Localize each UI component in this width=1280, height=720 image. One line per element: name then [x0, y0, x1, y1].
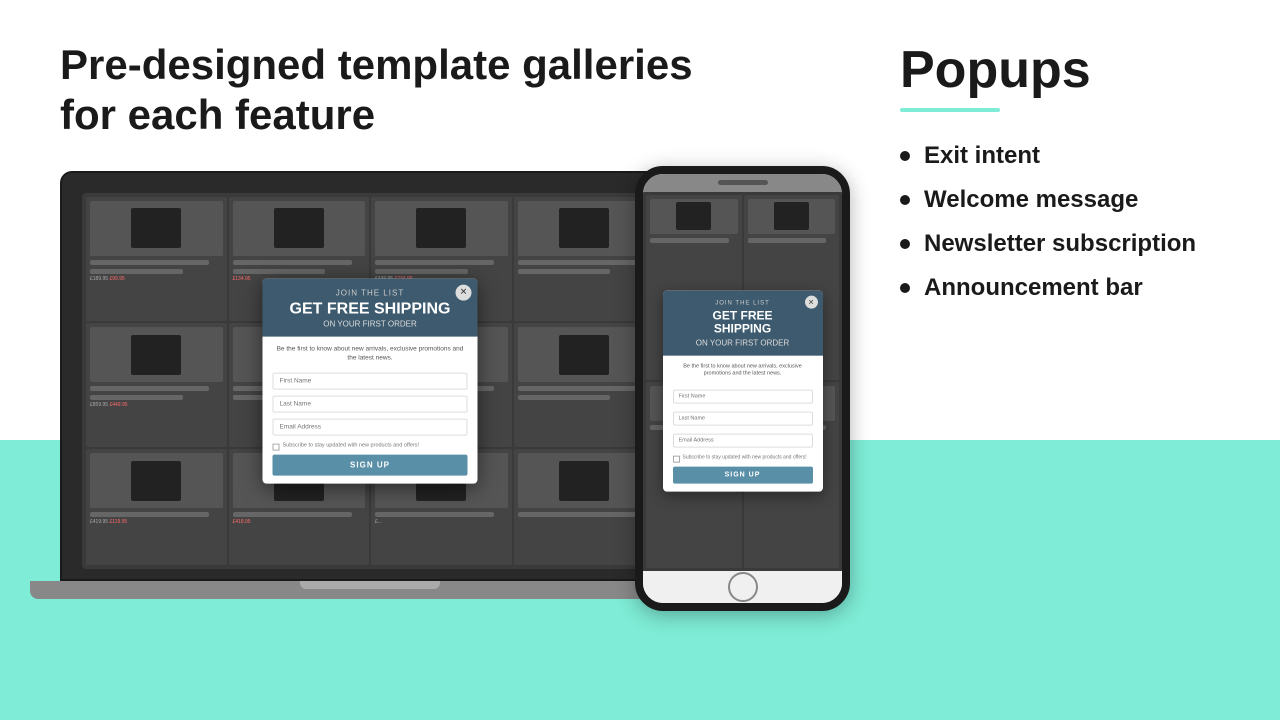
- close-icon[interactable]: ✕: [456, 284, 472, 300]
- feature-item-newsletter: Newsletter subscription: [900, 230, 1240, 258]
- product-image: [131, 335, 181, 375]
- popup-body: Be the first to know about new arrivals,…: [263, 337, 478, 483]
- email-input[interactable]: [673, 434, 813, 448]
- product-image: [559, 461, 609, 501]
- product-image: [274, 208, 324, 248]
- left-section: Pre-designed template galleries for each…: [0, 0, 870, 720]
- checkbox-row: Subscribe to stay updated with new produ…: [673, 455, 813, 463]
- laptop-screen-inner: £189.95 £99.95 £134.95: [82, 193, 658, 569]
- popup-main-title2: SHIPPING: [675, 323, 811, 336]
- feature-item-announcement: Announcement bar: [900, 274, 1240, 302]
- phone-screen: ✕ JOIN THE LIST GET FREE SHIPPING ON YOU…: [643, 192, 842, 571]
- product-item: £419.95 £119.95: [86, 449, 227, 564]
- subscribe-checkbox[interactable]: [673, 456, 680, 463]
- checkbox-label: Subscribe to stay updated with new produ…: [683, 455, 807, 461]
- product-item: £859.95 £449.95: [86, 323, 227, 447]
- feature-label: Announcement bar: [924, 274, 1143, 302]
- phone-speaker: [718, 180, 768, 185]
- main-title: Pre-designed template galleries for each…: [60, 40, 870, 141]
- last-name-input[interactable]: [273, 395, 468, 412]
- feature-label: Newsletter subscription: [924, 230, 1196, 258]
- bullet-icon: [900, 283, 910, 293]
- signup-button[interactable]: SIGN UP: [273, 454, 468, 475]
- product-image: [559, 335, 609, 375]
- laptop-popup: ✕ JOIN THE LIST GET FREE SHIPPING ON YOU…: [263, 278, 478, 483]
- phone-home-button[interactable]: [728, 572, 758, 602]
- phone-top-bar: [643, 174, 842, 192]
- devices-container: £189.95 £99.95 £134.95: [60, 171, 870, 611]
- phone-mockup: ✕ JOIN THE LIST GET FREE SHIPPING ON YOU…: [635, 166, 850, 611]
- product-item: [514, 197, 655, 321]
- laptop-screen-outer: £189.95 £99.95 £134.95: [60, 171, 680, 581]
- signup-button[interactable]: SIGN UP: [673, 467, 813, 484]
- first-name-input[interactable]: [673, 390, 813, 404]
- product-item: [514, 323, 655, 447]
- close-icon[interactable]: ✕: [805, 296, 818, 309]
- last-name-input[interactable]: [673, 412, 813, 426]
- bullet-icon: [900, 239, 910, 249]
- subscribe-checkbox[interactable]: [273, 443, 280, 450]
- phone-popup-header: ✕ JOIN THE LIST GET FREE SHIPPING ON YOU…: [663, 291, 823, 355]
- checkbox-label: Subscribe to stay updated with new produ…: [283, 442, 420, 448]
- phone-popup: ✕ JOIN THE LIST GET FREE SHIPPING ON YOU…: [663, 291, 823, 492]
- right-section: Popups Exit intent Welcome message Newsl…: [870, 0, 1280, 720]
- popup-header: ✕ JOIN THE LIST GET FREE SHIPPING ON YOU…: [263, 278, 478, 337]
- laptop-base: [30, 581, 710, 599]
- product-image: [416, 208, 466, 248]
- content-wrapper: Pre-designed template galleries for each…: [0, 0, 1280, 720]
- feature-item-welcome: Welcome message: [900, 186, 1240, 214]
- feature-label: Exit intent: [924, 142, 1040, 170]
- popup-description: Be the first to know about new arrivals,…: [673, 363, 813, 378]
- popup-sub-title: ON YOUR FIRST ORDER: [675, 338, 811, 347]
- product-image: [131, 208, 181, 248]
- product-image: [774, 202, 809, 230]
- popup-sub-title: ON YOUR FIRST ORDER: [275, 320, 466, 329]
- popup-main-title: GET FREE SHIPPING: [275, 300, 466, 318]
- heading-underline: [900, 108, 1000, 112]
- first-name-input[interactable]: [273, 372, 468, 389]
- feature-label: Welcome message: [924, 186, 1138, 214]
- bullet-icon: [900, 195, 910, 205]
- product-image: [131, 461, 181, 501]
- product-item: [514, 449, 655, 564]
- features-list: Exit intent Welcome message Newsletter s…: [900, 142, 1240, 302]
- phone-popup-body: Be the first to know about new arrivals,…: [663, 355, 823, 491]
- email-input[interactable]: [273, 418, 468, 435]
- product-image: [559, 208, 609, 248]
- bullet-icon: [900, 151, 910, 161]
- product-item: £189.95 £99.95: [86, 197, 227, 321]
- feature-item-exit-intent: Exit intent: [900, 142, 1240, 170]
- laptop-mockup: £189.95 £99.95 £134.95: [60, 171, 680, 611]
- popup-description: Be the first to know about new arrivals,…: [273, 345, 468, 363]
- checkbox-row: Subscribe to stay updated with new produ…: [273, 442, 468, 450]
- popup-join-text: JOIN THE LIST: [275, 288, 466, 297]
- product-image: [676, 202, 711, 230]
- phone-bottom-bar: [643, 571, 842, 603]
- popups-heading: Popups: [900, 40, 1240, 100]
- popup-join-text: JOIN THE LIST: [675, 301, 811, 307]
